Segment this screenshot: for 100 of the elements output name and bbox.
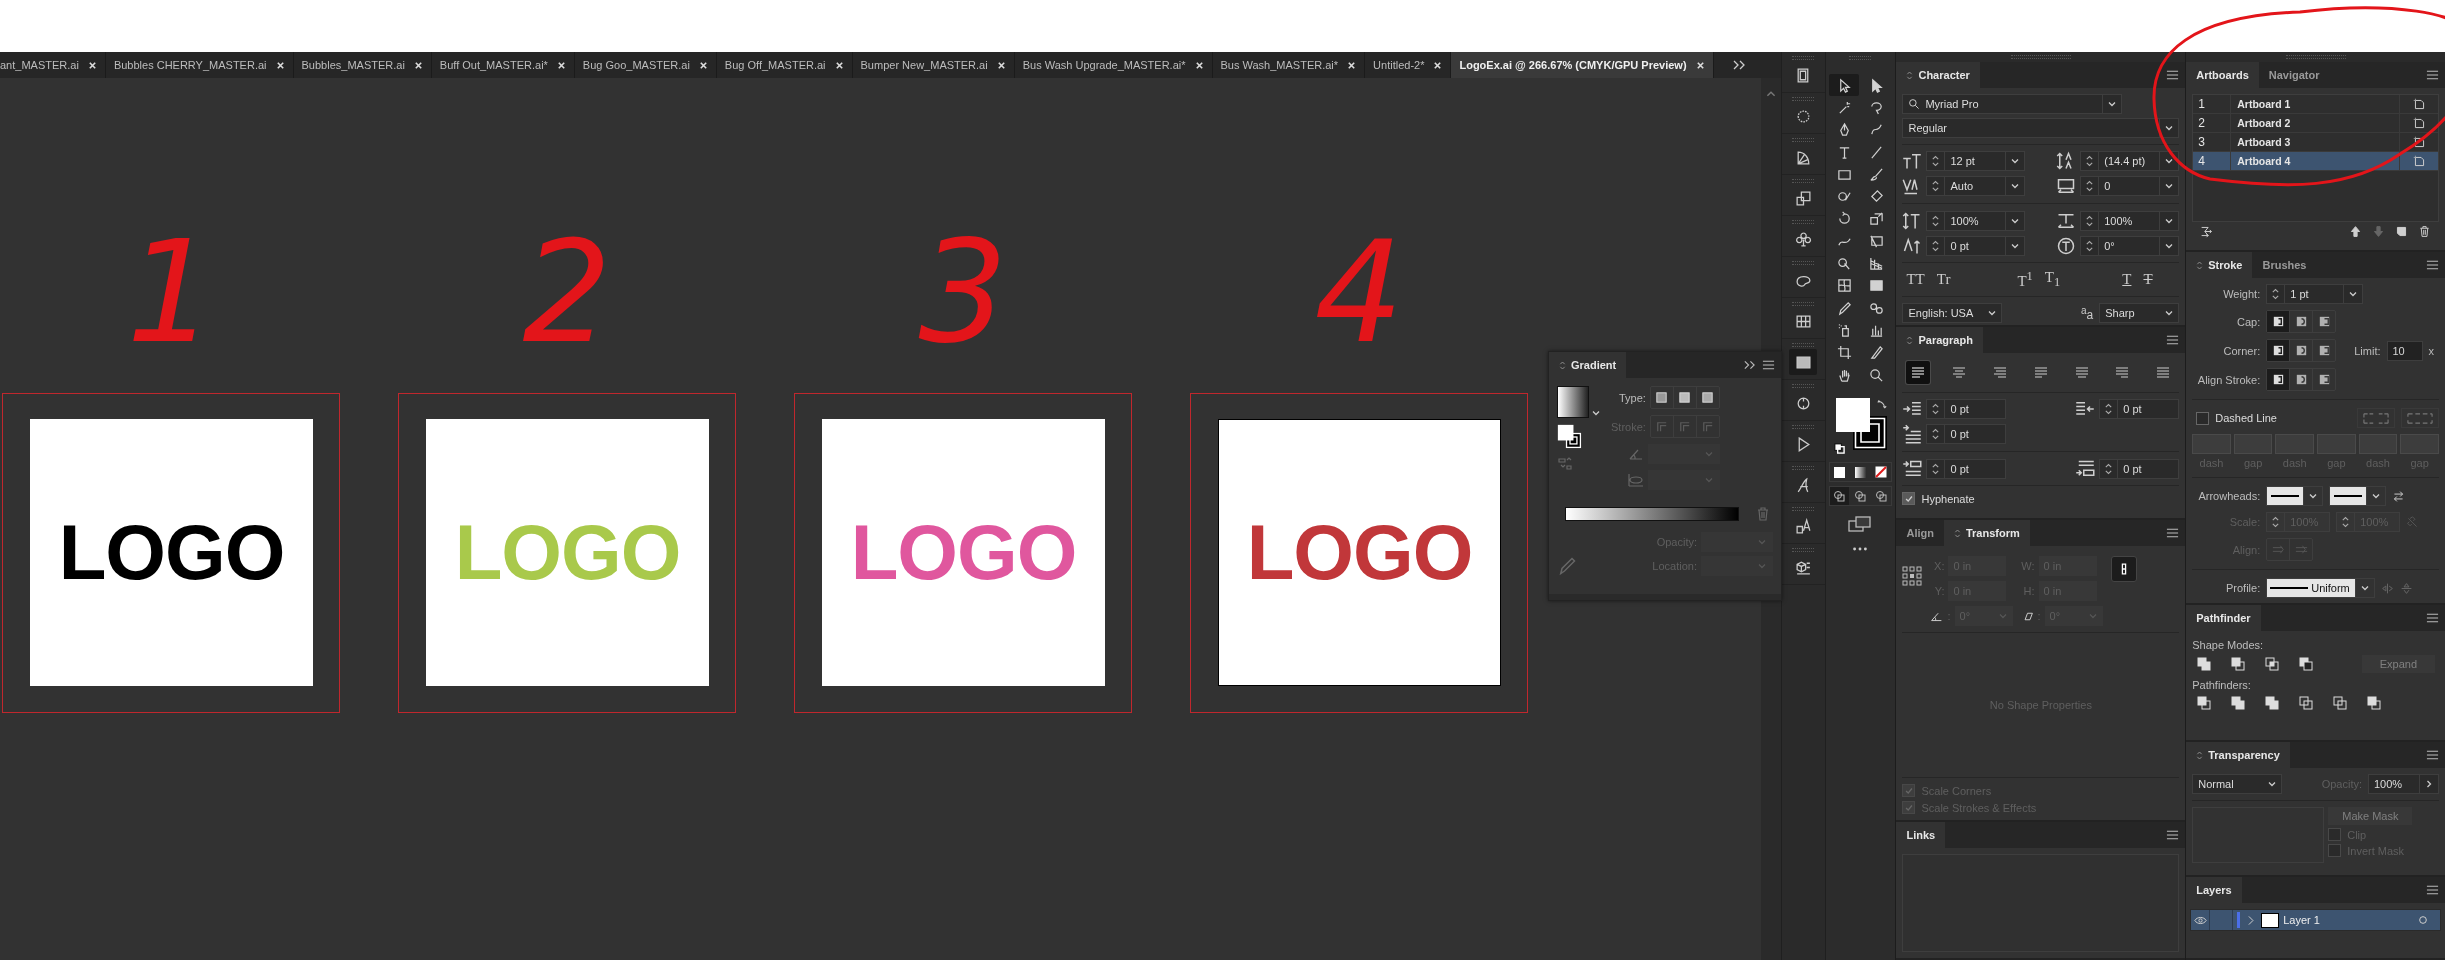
artboard-row[interactable]: 1 Artboard 1: [2193, 95, 2438, 114]
value-field[interactable]: 0 pt: [2099, 399, 2180, 419]
font-dropdown[interactable]: Myriad Pro: [1902, 94, 2123, 114]
menu-icon[interactable]: [1762, 360, 1775, 370]
panel-tab[interactable]: Artboards: [2186, 62, 2259, 88]
artboard[interactable]: LOGO: [1218, 419, 1501, 686]
panel-tab[interactable]: Pathfinder: [2186, 605, 2261, 631]
panel-tab[interactable]: Links: [1896, 822, 1946, 848]
close-icon[interactable]: [87, 60, 97, 70]
text-style-button[interactable]: Tr: [1936, 271, 1951, 288]
opacity-field[interactable]: 100%: [2368, 774, 2439, 794]
expand-icon[interactable]: [1743, 360, 1756, 370]
value-field[interactable]: (14.4 pt): [2080, 151, 2180, 171]
close-icon[interactable]: [698, 60, 708, 70]
language-dropdown[interactable]: English: USA: [1902, 303, 2003, 323]
trim-icon[interactable]: [2230, 695, 2247, 711]
menu-icon[interactable]: [2166, 335, 2180, 345]
menu-icon[interactable]: [2426, 885, 2439, 895]
screen-mode-icon[interactable]: [1848, 516, 1873, 533]
gradient-ramp[interactable]: [1565, 507, 1739, 521]
value-field[interactable]: 0: [2080, 176, 2180, 196]
fill-swatch[interactable]: [1836, 398, 1871, 433]
value-field[interactable]: 0 pt: [1926, 236, 2026, 256]
value-field[interactable]: 0 pt: [2099, 459, 2180, 479]
panel-tab[interactable]: Stroke: [2186, 252, 2253, 278]
panel-tab[interactable]: Paragraph: [1896, 327, 1983, 353]
menu-icon[interactable]: [2166, 830, 2180, 840]
align-left-icon[interactable]: [1906, 361, 1931, 384]
layer-row[interactable]: Layer 1: [2190, 909, 2441, 931]
intersect-icon[interactable]: [2264, 656, 2281, 672]
target-icon[interactable]: [2418, 915, 2428, 925]
panel-tab[interactable]: Character: [1896, 62, 1980, 88]
arrowhead-dropdown[interactable]: [2329, 486, 2387, 506]
antialias-dropdown[interactable]: Sharp: [2099, 303, 2180, 323]
checkbox[interactable]: [1902, 492, 1916, 505]
font-style-dropdown[interactable]: Regular: [1902, 118, 2180, 138]
crop-icon[interactable]: [2298, 695, 2315, 711]
minus-back-icon[interactable]: [2366, 695, 2383, 711]
gradient-swatch[interactable]: [1557, 386, 1589, 418]
menu-icon[interactable]: [2426, 613, 2439, 623]
value-field[interactable]: 0 pt: [1926, 399, 2007, 419]
gradient-icon[interactable]: [1789, 349, 1818, 375]
text-style-button[interactable]: T$_{1}$: [2044, 269, 2061, 290]
align-center-stroke-icon[interactable]: [2267, 369, 2291, 390]
text-style-button[interactable]: T: [2122, 271, 2132, 288]
overflow-icon[interactable]: [1731, 60, 1746, 70]
dash-field[interactable]: [2400, 434, 2439, 454]
text-style-button[interactable]: T: [2143, 271, 2153, 288]
limit-field[interactable]: 10: [2386, 340, 2423, 361]
weight-field[interactable]: 1 pt: [2266, 284, 2364, 304]
menu-icon[interactable]: [2426, 750, 2439, 760]
exclude-icon[interactable]: [2298, 656, 2315, 672]
profile-dropdown[interactable]: Uniform: [2266, 578, 2376, 598]
swap-icon[interactable]: [1877, 398, 1889, 410]
artboard[interactable]: LOGO: [30, 419, 313, 686]
close-icon[interactable]: [275, 60, 285, 70]
more-icon[interactable]: [1851, 546, 1870, 553]
merge-icon[interactable]: [2264, 695, 2281, 711]
panel-tab[interactable]: Gradient: [1549, 352, 1627, 378]
menu-icon[interactable]: [2426, 260, 2439, 270]
dash-field[interactable]: [2192, 434, 2231, 454]
artboard-row[interactable]: 2 Artboard 2: [2193, 114, 2438, 133]
unite-icon[interactable]: [2196, 656, 2213, 672]
draw-normal-icon[interactable]: [1830, 487, 1849, 506]
fill-stroke-icon[interactable]: [1557, 424, 1583, 450]
close-icon[interactable]: [834, 60, 844, 70]
close-icon[interactable]: [1347, 60, 1357, 70]
dash-field[interactable]: [2233, 434, 2273, 454]
value-field[interactable]: 0°: [2080, 236, 2180, 256]
close-icon[interactable]: [1433, 60, 1443, 70]
miter-join-icon[interactable]: [2267, 340, 2291, 361]
value-field[interactable]: 12 pt: [1926, 151, 2026, 171]
menu-icon[interactable]: [2166, 70, 2180, 80]
text-style-button[interactable]: TT: [1906, 271, 1925, 288]
panel-tab[interactable]: Navigator: [2258, 62, 2330, 88]
close-icon[interactable]: [1695, 60, 1705, 70]
arrowhead-dropdown[interactable]: [2266, 486, 2324, 506]
menu-icon[interactable]: [2426, 70, 2439, 80]
dash-field[interactable]: [2275, 434, 2315, 454]
value-field[interactable]: Auto: [1926, 176, 2026, 196]
value-field[interactable]: 100%: [2080, 211, 2180, 231]
menu-icon[interactable]: [2166, 528, 2180, 538]
dash-field[interactable]: [2358, 434, 2398, 454]
panel-tab[interactable]: Layers: [2186, 877, 2242, 903]
text-style-button[interactable]: T$^{1}$: [2017, 269, 2033, 290]
outline-icon[interactable]: [2332, 695, 2349, 711]
close-icon[interactable]: [1194, 60, 1204, 70]
default-colors-icon[interactable]: [1834, 443, 1846, 455]
value-field[interactable]: 0 pt: [1926, 424, 2007, 444]
checkbox[interactable]: [2196, 411, 2210, 425]
artboard-row[interactable]: 4 Artboard 4: [2193, 152, 2438, 171]
document-tab[interactable]: LogoEx.ai @ 266.67% (CMYK/GPU Preview): [1451, 52, 1714, 78]
panel-tab[interactable]: Brushes: [2252, 252, 2317, 278]
panel-tab[interactable]: Transparency: [2186, 742, 2290, 768]
close-icon[interactable]: [413, 60, 423, 70]
dash-field[interactable]: [2317, 434, 2356, 454]
close-icon[interactable]: [556, 60, 566, 70]
minus-front-icon[interactable]: [2230, 656, 2247, 672]
divide-icon[interactable]: [2196, 695, 2213, 711]
butt-cap-icon[interactable]: [2267, 311, 2291, 332]
